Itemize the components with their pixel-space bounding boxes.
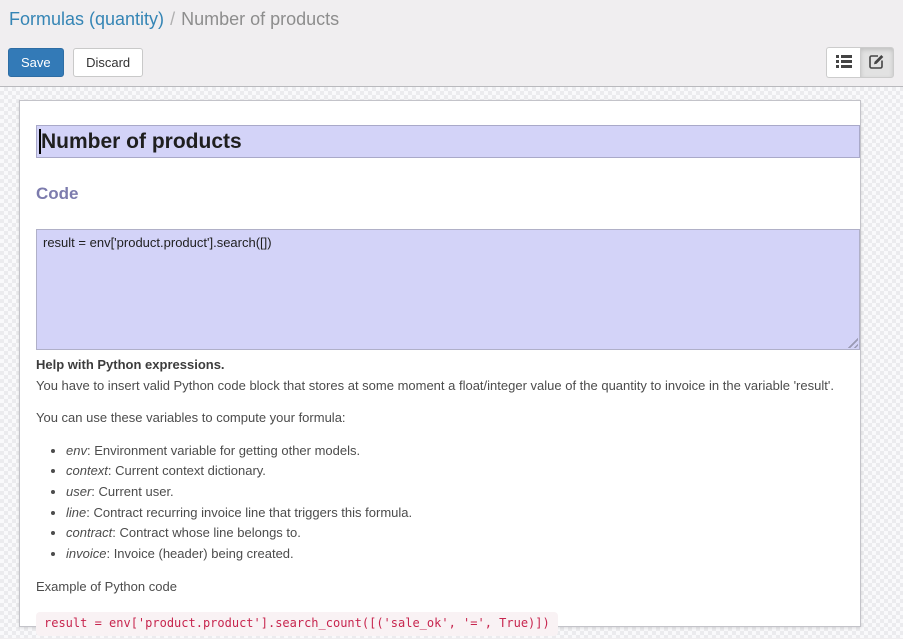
example-label: Example of Python code [36, 578, 862, 597]
list-item: invoice: Invoice (header) being created. [66, 544, 862, 563]
breadcrumb-current: Number of products [181, 9, 339, 29]
breadcrumb: Formulas (quantity)/Number of products [0, 0, 903, 30]
example-code: result = env['product.product'].search_c… [36, 612, 558, 635]
form-view-background: Code result = env['product.product'].sea… [0, 87, 903, 638]
list-item: env: Environment variable for getting ot… [66, 441, 862, 460]
record-name-field [36, 125, 860, 158]
list-item: contract: Contract whose line belongs to… [66, 523, 862, 542]
view-switcher [826, 47, 894, 78]
control-panel: Formulas (quantity)/Number of products S… [0, 0, 903, 87]
help-heading: Help with Python expressions. [36, 356, 862, 375]
edit-icon [869, 53, 885, 72]
code-field: result = env['product.product'].search([… [36, 229, 860, 350]
breadcrumb-separator: / [164, 9, 181, 29]
list-item: user: Current user. [66, 482, 862, 501]
list-view-button[interactable] [826, 47, 860, 78]
form-sheet: Code result = env['product.product'].sea… [19, 100, 861, 627]
text-cursor [39, 129, 41, 154]
form-view-button[interactable] [860, 47, 894, 78]
list-item: line: Contract recurring invoice line th… [66, 503, 862, 522]
code-textarea[interactable]: result = env['product.product'].search([… [36, 229, 860, 350]
breadcrumb-parent-link[interactable]: Formulas (quantity) [9, 9, 164, 29]
list-item: context: Current context dictionary. [66, 461, 862, 480]
help-intro: You have to insert valid Python code blo… [36, 377, 862, 396]
toolbar: Save Discard [8, 48, 143, 77]
variables-list: env: Environment variable for getting ot… [36, 441, 862, 564]
list-icon [836, 54, 852, 72]
record-name-input[interactable] [36, 125, 860, 158]
help-variables-intro: You can use these variables to compute y… [36, 409, 862, 428]
help-section: Help with Python expressions. You have t… [36, 356, 862, 636]
discard-button[interactable]: Discard [73, 48, 143, 77]
save-button[interactable]: Save [8, 48, 64, 77]
code-section-heading: Code [36, 184, 860, 204]
